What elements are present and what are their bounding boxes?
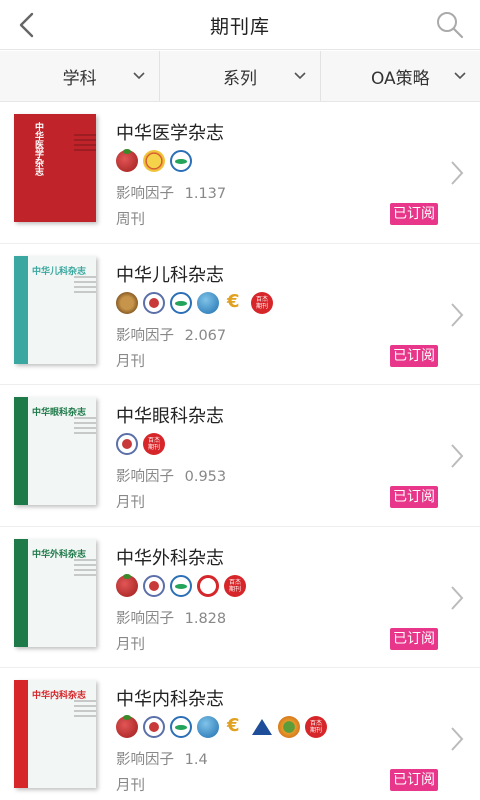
journal-name: 中华内科杂志 — [116, 689, 224, 710]
cover-title: 中华眼科杂志 — [32, 408, 87, 418]
impact-value: 1.828 — [184, 610, 227, 627]
publication-frequency: 月刊 — [116, 778, 145, 794]
impact-factor: 影响因子 1.828 — [116, 607, 226, 628]
chevron-down-icon — [454, 72, 466, 80]
impact-value: 0.953 — [184, 469, 227, 485]
journal-cover: 中华眼科杂志 — [14, 397, 96, 505]
subscribed-button[interactable]: 已订阅 — [390, 344, 438, 367]
blue-eye-badge-icon — [170, 150, 192, 172]
page-title: 期刊库 — [209, 16, 270, 38]
publication-frequency: 月刊 — [116, 636, 145, 653]
star-seal-badge-icon — [116, 433, 138, 455]
cover-title: 中华内科杂志 — [32, 691, 87, 701]
badge-row — [116, 573, 246, 599]
journal-cover: 中华外科杂志 — [14, 538, 96, 647]
red-spiral-badge-icon — [197, 574, 219, 597]
badge-row — [116, 291, 273, 316]
subscribed-button[interactable]: 已订阅 — [390, 627, 438, 650]
badge-row — [116, 149, 192, 174]
subscribed-button[interactable]: 已订阅 — [390, 769, 438, 791]
impact-factor: 影响因子 0.953 — [116, 465, 226, 486]
cover-title: 中华医学杂志 — [33, 122, 43, 176]
euro-badge-icon — [224, 291, 246, 314]
search-icon — [437, 12, 464, 39]
impact-label: 影响因子 — [116, 610, 174, 627]
chevron-down-icon — [294, 72, 306, 80]
journal-name: 中华眼科杂志 — [116, 406, 224, 427]
badge-row — [116, 715, 327, 740]
red-tomato-badge-icon — [116, 715, 138, 738]
blue-globe-badge-icon — [197, 291, 219, 314]
red-label-badge-icon — [305, 716, 327, 738]
app-header: 期刊库 — [0, 0, 480, 50]
filter-oa-policy[interactable]: OA策略 — [321, 51, 480, 101]
chevron-down-icon — [133, 72, 145, 80]
badge-row — [116, 433, 165, 457]
star-seal-badge-icon — [143, 574, 165, 597]
blue-tri-badge-icon — [251, 716, 273, 738]
journal-list: 中华医学杂志 中华医学杂志 影响因子 1.137 周刊 已订阅 中华儿科杂志 中… — [0, 102, 480, 800]
red-label-badge-icon — [143, 433, 165, 455]
gold-seal-badge-icon — [143, 150, 165, 172]
impact-value: 1.4 — [184, 752, 208, 768]
impact-factor: 影响因子 1.4 — [116, 748, 208, 769]
star-seal-badge-icon — [143, 716, 165, 738]
star-seal-badge-icon — [143, 291, 165, 314]
chevron-right-icon — [451, 727, 464, 751]
red-label-badge-icon — [224, 574, 246, 597]
blue-eye-badge-icon — [170, 291, 192, 314]
red-label-badge-icon — [251, 291, 273, 314]
journal-cover: 中华儿科杂志 — [14, 255, 96, 364]
chevron-right-icon — [451, 302, 464, 327]
subscribed-button[interactable]: 已订阅 — [390, 203, 438, 225]
filter-label: OA策略 — [370, 68, 430, 89]
cover-title: 中华外科杂志 — [32, 549, 87, 560]
publication-frequency: 月刊 — [116, 353, 145, 370]
journal-row[interactable]: 中华儿科杂志 中华儿科杂志 影响因子 2.067 月刊 已订阅 — [0, 243, 480, 385]
chevron-right-icon — [451, 161, 464, 185]
subscribed-button[interactable]: 已订阅 — [390, 486, 438, 508]
impact-label: 影响因子 — [116, 752, 174, 768]
impact-label: 影响因子 — [116, 327, 174, 344]
euro-badge-icon — [224, 715, 246, 738]
cover-title: 中华儿科杂志 — [32, 266, 87, 277]
impact-factor: 影响因子 2.067 — [116, 324, 226, 345]
journal-row[interactable]: 中华眼科杂志 中华眼科杂志 影响因子 0.953 月刊 已订阅 — [0, 385, 480, 527]
impact-label: 影响因子 — [116, 186, 174, 202]
orange-gear-badge-icon — [278, 716, 300, 738]
impact-label: 影响因子 — [116, 469, 174, 485]
journal-name: 中华外科杂志 — [116, 547, 224, 569]
journal-cover: 中华医学杂志 — [14, 114, 96, 222]
blue-eye-badge-icon — [170, 574, 192, 597]
chevron-right-icon — [451, 444, 464, 468]
journal-name: 中华医学杂志 — [116, 123, 224, 144]
chevron-right-icon — [451, 585, 464, 610]
impact-value: 2.067 — [184, 327, 227, 344]
journal-row[interactable]: 中华医学杂志 中华医学杂志 影响因子 1.137 周刊 已订阅 — [0, 102, 480, 244]
journal-row[interactable]: 中华外科杂志 中华外科杂志 影响因子 1.828 月刊 已订阅 — [0, 526, 480, 668]
impact-factor: 影响因子 1.137 — [116, 182, 226, 203]
impact-value: 1.137 — [184, 186, 227, 202]
filter-label: 系列 — [222, 68, 257, 89]
filter-label: 学科 — [62, 68, 97, 89]
red-tomato-badge-icon — [116, 573, 138, 597]
journal-name: 中华儿科杂志 — [116, 264, 224, 286]
journal-cover: 中华内科杂志 — [14, 680, 96, 788]
filter-subject[interactable]: 学科 — [0, 51, 161, 101]
filter-bar: 学科 系列 OA策略 — [0, 51, 480, 102]
search-button[interactable] — [434, 9, 466, 41]
bronze-badge-icon — [116, 291, 138, 314]
publication-frequency: 周刊 — [116, 212, 145, 228]
blue-globe-badge-icon — [197, 716, 219, 738]
filter-series[interactable]: 系列 — [160, 51, 321, 101]
journal-row[interactable]: 中华内科杂志 中华内科杂志 影响因子 1.4 月刊 已订阅 — [0, 668, 480, 800]
red-tomato-badge-icon — [116, 149, 138, 172]
blue-eye-badge-icon — [170, 716, 192, 738]
publication-frequency: 月刊 — [116, 495, 145, 511]
